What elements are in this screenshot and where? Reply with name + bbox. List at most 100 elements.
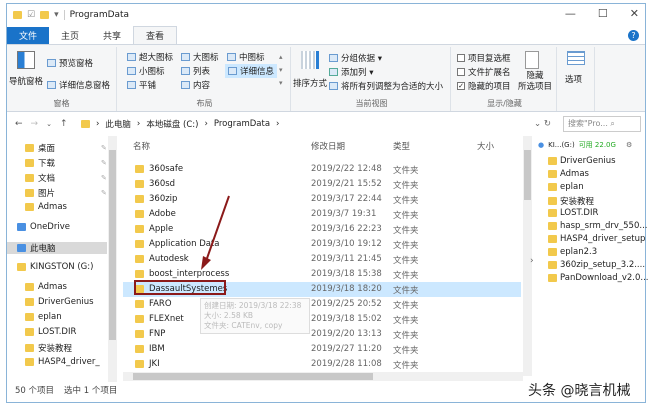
nav-item[interactable]: KINGSTON (G:) (17, 262, 93, 272)
folder-icon (135, 240, 144, 248)
drive-item[interactable]: hasp_srm_drv_550... (548, 221, 647, 231)
pin-icon[interactable]: ✎ (101, 159, 107, 167)
up-button[interactable]: ↑ (60, 119, 68, 129)
gear-icon[interactable]: ⚙ (626, 141, 632, 149)
nav-item[interactable]: 图片 ✎ (25, 187, 107, 199)
drive-item[interactable]: 安装教程 (548, 195, 594, 207)
checkbox[interactable] (457, 68, 465, 76)
file-row[interactable]: Autodesk 2019/3/11 21:45 文件夹 (123, 252, 521, 267)
add-columns-button[interactable]: 添加列 ▾ (329, 66, 373, 78)
details-pane-button[interactable]: 详细信息窗格 (47, 79, 110, 91)
folder-icon (548, 157, 557, 165)
drive-item[interactable]: 360zip_setup_3.2.... (548, 260, 645, 270)
quick-access-properties-icon[interactable]: ☑ (27, 10, 35, 20)
item-checkboxes-toggle[interactable]: 项目复选框 (457, 52, 511, 64)
column-header-name[interactable]: 名称 (133, 140, 150, 152)
layout-list[interactable]: 列表 (181, 65, 210, 77)
drive-item[interactable]: eplan2.3 (548, 247, 597, 257)
file-icon (548, 222, 557, 230)
group-by-button[interactable]: 分组依据 ▾ (329, 52, 382, 64)
close-button[interactable]: ✕ (630, 7, 639, 20)
column-header-type[interactable]: 类型 (393, 140, 410, 152)
column-header-date[interactable]: 修改日期 (311, 140, 345, 152)
layout-details[interactable]: 详细信息 (225, 64, 278, 78)
folder-icon (13, 11, 22, 19)
nav-item[interactable]: Admas (25, 282, 67, 292)
file-row[interactable]: Application Data 2019/3/10 19:12 文件夹 (123, 237, 521, 252)
nav-pane-button[interactable]: 导航窗格 (9, 75, 43, 87)
nav-item[interactable]: eplan (25, 312, 62, 322)
preview-pane-button[interactable]: 预览窗格 (47, 57, 93, 69)
file-row[interactable]: FARO 2019/2/25 20:52 文件夹 (123, 297, 521, 312)
file-row[interactable]: 360sd 2019/2/21 15:52 文件夹 (123, 177, 521, 192)
tab-share[interactable]: 共享 (91, 27, 133, 44)
layout-small-icons[interactable]: 小图标 (127, 65, 165, 77)
maximize-button[interactable]: ☐ (598, 7, 608, 20)
nav-item[interactable]: OneDrive (17, 222, 70, 232)
hide-selected-button[interactable]: 隐藏 所选项目 (515, 71, 555, 93)
layout-scroll-arrows[interactable]: ▴ ▾ ▾ (279, 51, 283, 90)
layout-tiles[interactable]: 平铺 (127, 79, 156, 91)
customize-toolbar-icon[interactable]: ▾ (54, 10, 59, 20)
layout-xl-icons[interactable]: 超大图标 (127, 51, 173, 63)
column-header-size[interactable]: 大小 (477, 140, 494, 152)
hidden-items-toggle[interactable]: ✓ 隐藏的项目 (457, 80, 511, 92)
file-row[interactable]: IBM 2019/2/27 11:20 文件夹 (123, 342, 521, 357)
file-row[interactable]: JKI 2019/2/28 11:08 文件夹 (123, 357, 521, 372)
preview-pane-label: 预览窗格 (59, 59, 94, 69)
back-button[interactable]: ← (15, 119, 23, 129)
drive-item[interactable]: HASP4_driver_setup (548, 234, 645, 244)
nav-item[interactable]: LOST.DIR (25, 327, 76, 337)
checkbox[interactable] (457, 54, 465, 62)
breadcrumb-local-disk[interactable]: 本地磁盘 (C:) (146, 118, 198, 130)
pin-icon[interactable]: ✎ (101, 189, 107, 197)
drive-item[interactable]: Admas (548, 169, 589, 179)
new-folder-icon[interactable] (40, 11, 50, 19)
fit-columns-button[interactable]: 将所有列调整为合适的大小 (329, 80, 443, 92)
recent-dropdown[interactable]: ⌄ (46, 120, 52, 128)
sort-by-button[interactable]: 排序方式 (293, 77, 327, 89)
layout-content[interactable]: 内容 (181, 79, 210, 91)
minimize-button[interactable]: — (565, 7, 576, 20)
file-row[interactable]: Apple 2019/3/16 22:23 文件夹 (123, 222, 521, 237)
nav-item[interactable]: Admas (25, 202, 67, 212)
pin-icon[interactable]: ✎ (101, 144, 107, 152)
file-row[interactable]: Adobe 2019/3/7 19:31 文件夹 (123, 207, 521, 222)
horizontal-scrollbar[interactable] (123, 372, 523, 381)
nav-item[interactable]: 文档 ✎ (25, 172, 107, 184)
tab-home[interactable]: 主页 (49, 27, 91, 44)
file-row[interactable]: 360zip 2019/3/17 22:44 文件夹 (123, 192, 521, 207)
folder-icon (548, 170, 557, 178)
layout-medium-icons[interactable]: 中图标 (227, 51, 265, 63)
breadcrumb-programdata[interactable]: ProgramData (214, 119, 270, 129)
nav-scrollbar[interactable] (108, 136, 117, 382)
nav-item[interactable]: 下载 ✎ (25, 157, 107, 169)
layout-large-icons[interactable]: 大图标 (181, 51, 219, 63)
checkbox-checked[interactable]: ✓ (457, 82, 465, 90)
tab-view[interactable]: 查看 (133, 26, 178, 44)
drive-item[interactable]: LOST.DIR (548, 208, 598, 218)
file-row[interactable]: FNP 2019/2/20 13:13 文件夹 (123, 327, 521, 342)
nav-item[interactable]: HASP4_driver_ (25, 357, 100, 367)
options-button[interactable]: 选项 (565, 73, 582, 85)
refresh-icon[interactable]: ⌄ ↻ (534, 119, 551, 129)
nav-item[interactable]: 安装教程 (25, 342, 72, 354)
nav-item[interactable]: 此电脑 (7, 242, 107, 254)
nav-item[interactable]: DriverGenius (25, 297, 94, 307)
nav-item[interactable]: 桌面 ✎ (25, 142, 107, 154)
file-row[interactable]: 360safe 2019/2/22 12:48 文件夹 (123, 162, 521, 177)
file-extensions-toggle[interactable]: 文件扩展名 (457, 66, 511, 78)
drive-item[interactable]: DriverGenius (548, 156, 616, 166)
file-row[interactable]: FLEXnet 2019/3/18 15:02 文件夹 (123, 312, 521, 327)
drive-item[interactable]: eplan (548, 182, 584, 192)
address-bar[interactable]: › 此电脑 › 本地磁盘 (C:) › ProgramData › ⌄ ↻ (81, 116, 551, 132)
file-date: 2019/2/21 15:52 (311, 179, 382, 189)
help-icon[interactable]: ? (628, 30, 639, 41)
forward-button[interactable]: → (31, 119, 39, 129)
expand-arrow-icon[interactable]: › (530, 256, 534, 266)
drive-item[interactable]: PanDownload_v2.0... (548, 273, 649, 283)
tab-file[interactable]: 文件 (7, 27, 50, 44)
search-input[interactable]: 搜索"Pro... ⌕ (563, 116, 641, 132)
breadcrumb-this-pc[interactable]: 此电脑 (105, 118, 131, 130)
pin-icon[interactable]: ✎ (101, 174, 107, 182)
